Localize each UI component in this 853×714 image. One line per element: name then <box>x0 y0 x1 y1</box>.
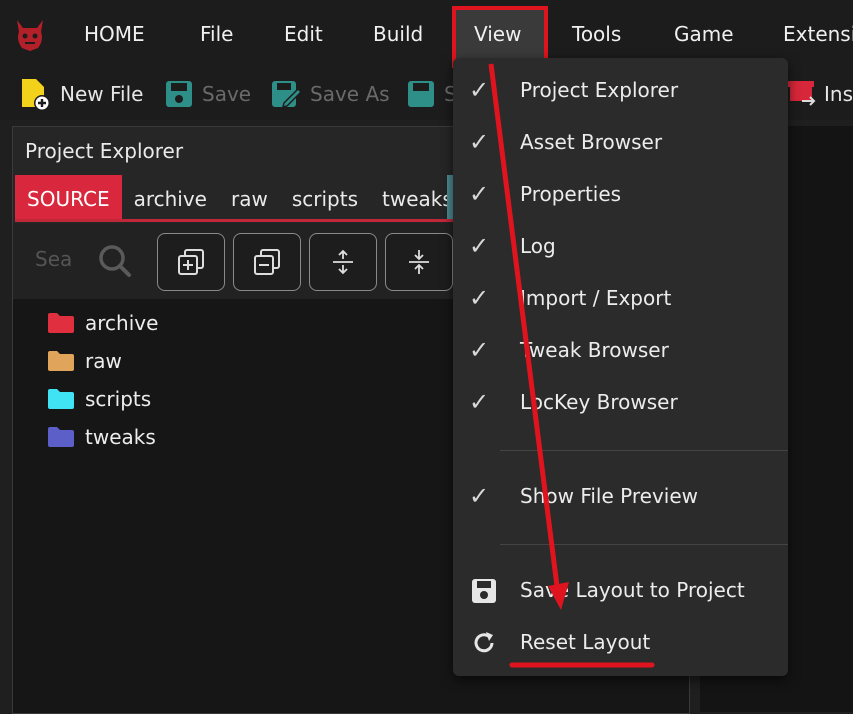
annotation-arrow <box>488 63 655 668</box>
